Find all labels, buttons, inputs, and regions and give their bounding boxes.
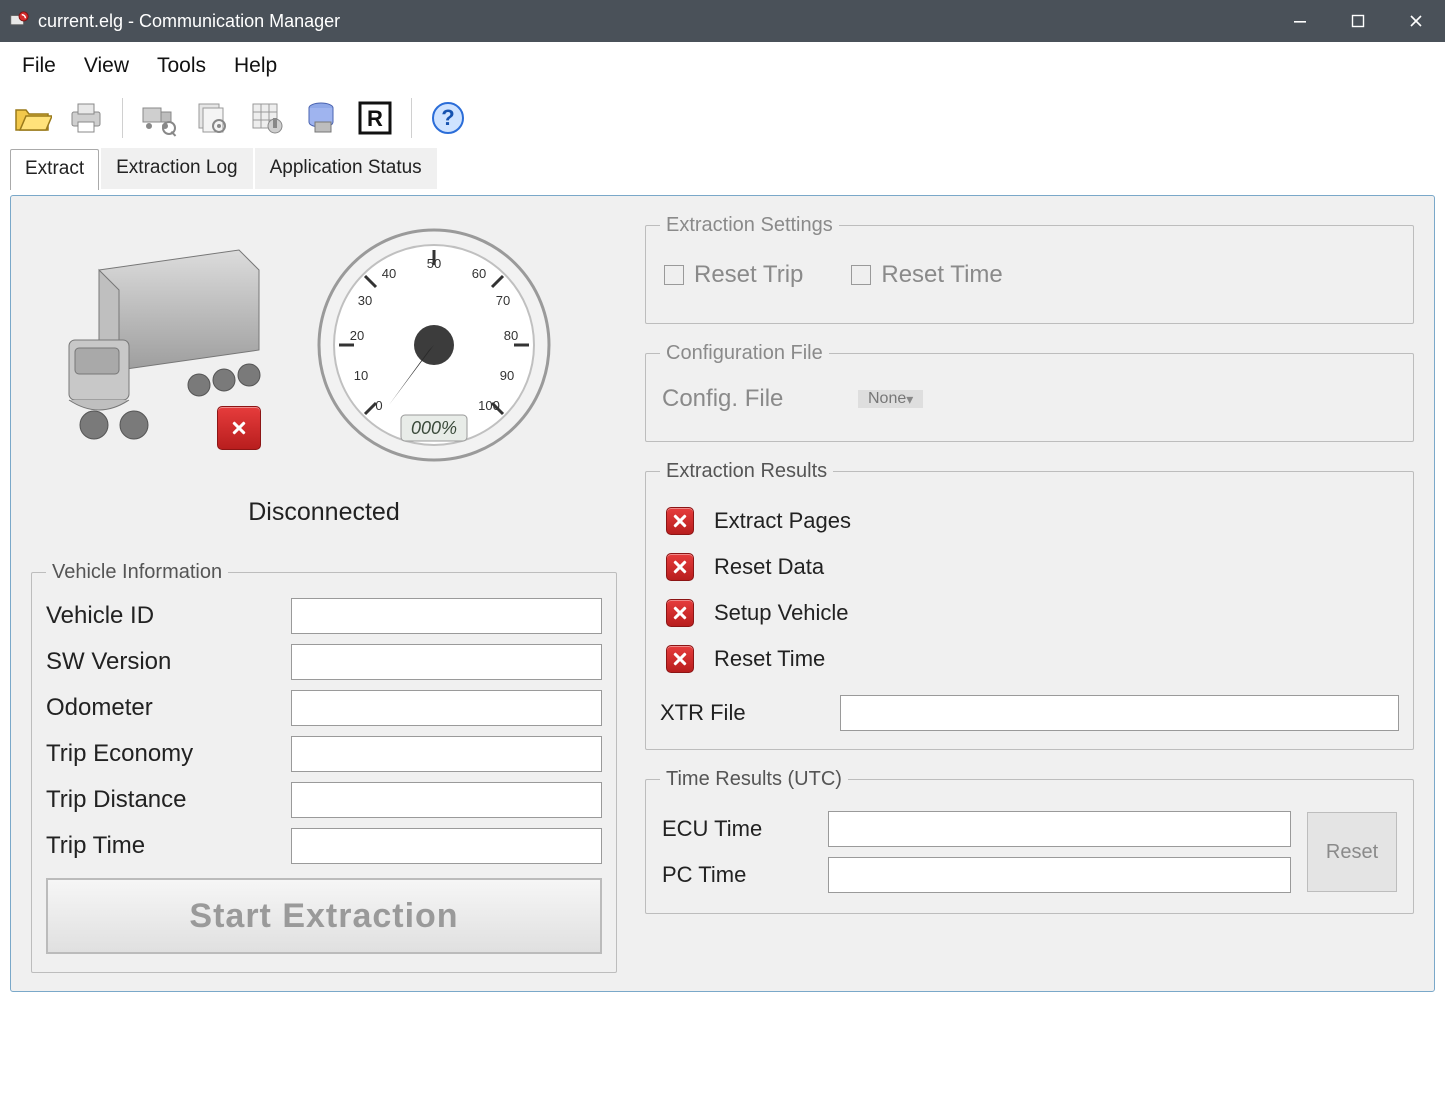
pc-time-label: PC Time [662, 862, 812, 888]
trip-distance-field[interactable] [291, 782, 602, 818]
svg-text:10: 10 [354, 368, 368, 383]
sw-version-field[interactable] [291, 644, 602, 680]
open-file-icon[interactable] [8, 94, 56, 142]
window-title: current.elg - Communication Manager [38, 11, 340, 32]
trip-time-label: Trip Time [46, 832, 281, 860]
toolbar: R ? [0, 90, 1445, 148]
xtr-file-field[interactable] [840, 695, 1399, 731]
svg-text:40: 40 [382, 266, 396, 281]
app-icon [8, 10, 30, 32]
xtr-file-label: XTR File [660, 700, 820, 726]
svg-text:30: 30 [358, 293, 372, 308]
settings-grid-icon[interactable] [243, 94, 291, 142]
pc-time-field[interactable] [828, 857, 1291, 893]
menu-help[interactable]: Help [234, 54, 277, 78]
svg-text:50: 50 [427, 256, 441, 271]
time-results-legend: Time Results (UTC) [660, 768, 848, 791]
r-box-icon[interactable]: R [351, 94, 399, 142]
truck-image [39, 230, 269, 460]
database-truck-icon[interactable] [297, 94, 345, 142]
ecu-time-label: ECU Time [662, 816, 812, 842]
svg-text:70: 70 [496, 293, 510, 308]
menu-bar: File View Tools Help [0, 42, 1445, 90]
reset-trip-label: Reset Trip [694, 261, 803, 289]
trip-economy-field[interactable] [291, 736, 602, 772]
result-label: Setup Vehicle [714, 600, 849, 626]
svg-text:0: 0 [375, 398, 382, 413]
gauge-image: 0 10 20 30 40 50 60 70 80 90 100 000% [309, 220, 559, 470]
reset-trip-checkbox[interactable]: Reset Trip [664, 261, 803, 289]
vehicle-information-group: Vehicle Information Vehicle ID SW Versio… [31, 561, 617, 973]
trip-distance-label: Trip Distance [46, 786, 281, 814]
tab-extraction-log[interactable]: Extraction Log [101, 148, 252, 189]
gauge-readout: 000% [411, 418, 457, 438]
svg-text:20: 20 [350, 328, 364, 343]
extract-panel: 0 10 20 30 40 50 60 70 80 90 100 000% Disconn… [10, 195, 1435, 992]
extraction-results-legend: Extraction Results [660, 460, 833, 483]
vehicle-id-field[interactable] [291, 598, 602, 634]
title-bar: current.elg - Communication Manager [0, 0, 1445, 42]
menu-tools[interactable]: Tools [157, 54, 206, 78]
result-item: Reset Data [666, 553, 1393, 581]
config-file-dropdown[interactable]: None ▾ [858, 390, 923, 408]
trip-time-field[interactable] [291, 828, 602, 864]
result-item: Extract Pages [666, 507, 1393, 535]
reset-time-label: Reset Time [881, 261, 1002, 289]
chevron-down-icon: ▾ [906, 391, 913, 408]
minimize-button[interactable] [1271, 0, 1329, 42]
start-extraction-button[interactable]: Start Extraction [46, 878, 602, 954]
time-results-group: Time Results (UTC) ECU Time Reset PC Tim… [645, 768, 1414, 914]
tab-application-status[interactable]: Application Status [255, 148, 437, 189]
svg-text:?: ? [441, 105, 454, 130]
checkbox-icon [851, 265, 871, 285]
config-file-value: None [868, 390, 906, 408]
error-icon [666, 599, 694, 627]
connection-status: Disconnected [29, 498, 619, 527]
extraction-settings-legend: Extraction Settings [660, 214, 839, 237]
reset-time-checkbox[interactable]: Reset Time [851, 261, 1002, 289]
result-item: Reset Time [666, 645, 1393, 673]
configuration-file-legend: Configuration File [660, 342, 829, 365]
ecu-time-field[interactable] [828, 811, 1291, 847]
sw-version-label: SW Version [46, 648, 281, 676]
vehicle-id-label: Vehicle ID [46, 602, 281, 630]
view-data-icon[interactable] [189, 94, 237, 142]
maximize-button[interactable] [1329, 0, 1387, 42]
extraction-settings-group: Extraction Settings Reset Trip Reset Tim… [645, 214, 1414, 324]
tab-strip: Extract Extraction Log Application Statu… [0, 148, 1445, 189]
configuration-file-group: Configuration File Config. File None ▾ [645, 342, 1414, 442]
close-button[interactable] [1387, 0, 1445, 42]
menu-file[interactable]: File [22, 54, 56, 78]
menu-view[interactable]: View [84, 54, 129, 78]
result-label: Reset Time [714, 646, 825, 672]
result-label: Extract Pages [714, 508, 851, 534]
config-file-label: Config. File [662, 385, 842, 413]
svg-text:90: 90 [500, 368, 514, 383]
error-icon [666, 507, 694, 535]
checkbox-icon [664, 265, 684, 285]
error-icon [666, 553, 694, 581]
svg-text:100: 100 [478, 398, 500, 413]
result-label: Reset Data [714, 554, 824, 580]
disconnected-badge-icon [217, 406, 261, 450]
help-icon[interactable]: ? [424, 94, 472, 142]
vehicle-information-legend: Vehicle Information [46, 561, 228, 584]
print-icon[interactable] [62, 94, 110, 142]
result-item: Setup Vehicle [666, 599, 1393, 627]
svg-text:60: 60 [472, 266, 486, 281]
odometer-label: Odometer [46, 694, 281, 722]
svg-text:R: R [367, 106, 383, 131]
odometer-field[interactable] [291, 690, 602, 726]
trip-economy-label: Trip Economy [46, 740, 281, 768]
extraction-results-group: Extraction Results Extract Pages Reset D… [645, 460, 1414, 750]
time-reset-button[interactable]: Reset [1307, 812, 1397, 892]
tab-extract[interactable]: Extract [10, 149, 99, 190]
truck-connect-icon[interactable] [135, 94, 183, 142]
error-icon [666, 645, 694, 673]
svg-text:80: 80 [504, 328, 518, 343]
